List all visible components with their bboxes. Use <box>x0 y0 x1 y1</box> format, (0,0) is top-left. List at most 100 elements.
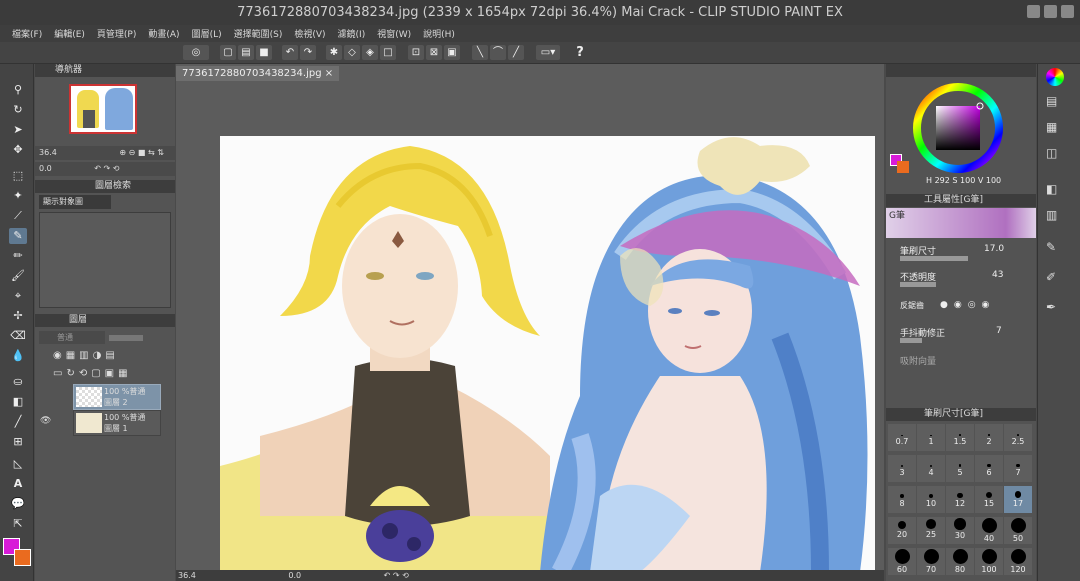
value-value[interactable]: 100 <box>986 176 1001 185</box>
brush-size-slider[interactable] <box>900 256 968 261</box>
balloon-tool-icon[interactable]: 💬 <box>9 496 27 512</box>
tool-property-tab[interactable]: 工具屬性[G筆] <box>886 194 1036 207</box>
sub-color-swatch[interactable] <box>14 549 31 566</box>
layers-tab[interactable]: 圖層 <box>35 314 175 327</box>
layer-row-1[interactable]: 100 %普通 圖層 1 <box>73 410 161 436</box>
brush-size-preset[interactable]: 2 <box>975 424 1003 451</box>
brush-size-preset[interactable]: 40 <box>975 517 1003 544</box>
menu-page[interactable]: 頁管理(P) <box>97 27 136 40</box>
brush-size-preset[interactable]: 12 <box>946 486 974 513</box>
selection-tool-icon[interactable]: ⬚ <box>9 168 27 184</box>
menu-window[interactable]: 視窗(W) <box>377 27 411 40</box>
open-file-icon[interactable]: ▤ <box>238 45 254 60</box>
brush-size-preset[interactable]: 4 <box>917 455 945 482</box>
fill-icon[interactable]: ◇ <box>344 45 360 60</box>
eyedropper-icon[interactable]: ⟋ <box>9 208 27 224</box>
crop-icon[interactable]: ⊡ <box>408 45 424 60</box>
approximate-color-icon[interactable]: ◧ <box>1046 182 1057 196</box>
rotate-tool-icon[interactable]: ↻ <box>9 102 27 118</box>
brush-size-preset[interactable]: 20 <box>888 517 916 544</box>
stabilization-row[interactable]: 手抖動修正 7 <box>900 326 1028 343</box>
new-file-icon[interactable]: ▢ <box>220 45 236 60</box>
sub-tool-icon[interactable]: ✎ <box>1046 240 1056 254</box>
figure-tool-icon[interactable]: ╱ <box>9 414 27 430</box>
brush-size-value[interactable]: 17.0 <box>984 244 1004 254</box>
brush-size-preset[interactable]: 1 <box>917 424 945 451</box>
snap-ruler-icon[interactable]: ╲ <box>472 45 488 60</box>
brush-size-preset[interactable]: 50 <box>1004 517 1032 544</box>
brush-size-preset[interactable]: 5 <box>946 455 974 482</box>
deselect-icon[interactable]: □ <box>380 45 396 60</box>
layer-search-tab[interactable]: 圖層檢索 <box>35 180 175 193</box>
close-button[interactable] <box>1061 5 1074 18</box>
brush-size-preset[interactable]: 120 <box>1004 548 1032 575</box>
color-slider-icon[interactable]: ▤ <box>1046 94 1057 108</box>
artwork-canvas[interactable] <box>220 136 875 572</box>
undo-icon[interactable]: ↶ <box>282 45 298 60</box>
navigator-buttons-icon[interactable]: ⊕ ⊖ ■ ⇆ ⇅ <box>119 148 164 157</box>
status-angle[interactable]: 0.0 <box>288 571 301 580</box>
brush-size-preset[interactable]: 15 <box>975 486 1003 513</box>
text-tool-icon[interactable]: A <box>9 476 27 492</box>
layer-visibility-eye-icon[interactable]: 👁 <box>40 416 51 426</box>
menu-help[interactable]: 說明(H) <box>423 27 455 40</box>
close-tab-icon[interactable]: × <box>325 68 333 79</box>
help-icon[interactable]: ? <box>572 45 588 60</box>
color-wheel-tab[interactable] <box>886 64 1036 77</box>
minimize-button[interactable] <box>1027 5 1040 18</box>
brush-size-preset[interactable]: 25 <box>917 517 945 544</box>
color-set-panel-icon[interactable]: ▦ <box>1046 120 1057 134</box>
fill-tool-icon[interactable]: ⛀ <box>9 374 27 390</box>
blend-tool-icon[interactable]: 💧 <box>9 348 27 364</box>
brush-size-preset[interactable]: 30 <box>946 517 974 544</box>
color-history-icon[interactable]: ▥ <box>1046 208 1057 222</box>
frame-border-icon[interactable]: ⊞ <box>9 434 27 450</box>
menu-animation[interactable]: 動畫(A) <box>148 27 179 40</box>
navigator-rotate-icon[interactable]: ↶ ↷ ⟲ <box>94 164 119 173</box>
auto-select-icon[interactable]: ✦ <box>9 188 27 204</box>
brush-size-preset[interactable]: 60 <box>888 548 916 575</box>
maximize-button[interactable] <box>1044 5 1057 18</box>
sub-color-indicator[interactable] <box>897 161 909 173</box>
brush-size-preset[interactable]: 17 <box>1004 486 1032 513</box>
anti-alias-row[interactable]: 反鋸齒 ●◉◎◉ <box>900 300 1028 311</box>
layer-search-filter[interactable]: 顯示對象圖 <box>39 195 111 209</box>
brush-size-preset[interactable]: 10 <box>917 486 945 513</box>
menu-filter[interactable]: 濾鏡(I) <box>338 27 366 40</box>
clear-icon[interactable]: ✱ <box>326 45 342 60</box>
brush-size-preset[interactable]: 80 <box>946 548 974 575</box>
brush-size-preset[interactable]: 100 <box>975 548 1003 575</box>
brush-size-preset[interactable]: 2.5 <box>1004 424 1032 451</box>
layer-new-icons[interactable]: ▭↻⟲▢▣▦ <box>53 368 132 379</box>
brush-size-preset[interactable]: 70 <box>917 548 945 575</box>
pen-tool-icon[interactable]: ✎ <box>9 228 27 244</box>
selection-border-icon[interactable]: ▣ <box>444 45 460 60</box>
correct-line-icon[interactable]: ⇱ <box>9 516 27 532</box>
hue-value[interactable]: 292 <box>935 176 950 185</box>
snap-special-ruler-icon[interactable]: ⌒ <box>490 45 506 60</box>
status-zoom[interactable]: 36.4 <box>178 571 196 580</box>
menu-select[interactable]: 選擇範圍(S) <box>234 27 283 40</box>
stabilization-slider[interactable] <box>900 338 922 343</box>
brush-tool-icon[interactable]: 🖌 <box>9 268 27 284</box>
navigator-angle-value[interactable]: 0.0 <box>39 164 52 173</box>
opacity-slider[interactable] <box>900 282 936 287</box>
document-tab[interactable]: 7736172880703438234.jpg × <box>176 66 340 81</box>
gradient-icon[interactable]: ◧ <box>9 394 27 410</box>
brush-size-preset[interactable]: 3 <box>888 455 916 482</box>
save-icon[interactable]: ■ <box>256 45 272 60</box>
brush-size-tab[interactable]: 筆刷尺寸[G筆] <box>886 408 1036 421</box>
clip-studio-icon[interactable]: ◎ <box>183 45 209 60</box>
menu-layer[interactable]: 圖層(L) <box>192 27 222 40</box>
pencil-tool-icon[interactable]: ✏ <box>9 248 27 264</box>
brush-size-preset[interactable]: 7 <box>1004 455 1032 482</box>
anti-alias-options-icon[interactable]: ●◉◎◉ <box>940 300 995 310</box>
menu-view[interactable]: 檢視(V) <box>294 27 325 40</box>
menu-edit[interactable]: 編輯(E) <box>54 27 85 40</box>
brush-size-row[interactable]: 筆刷尺寸 17.0 <box>900 244 1028 261</box>
navigator-zoom-value[interactable]: 36.4 <box>39 148 57 157</box>
menu-file[interactable]: 檔案(F) <box>12 27 42 40</box>
blend-mode-select[interactable]: 普通 <box>39 331 105 344</box>
brush-size-preset[interactable]: 8 <box>888 486 916 513</box>
airbrush-icon[interactable]: ⌖ <box>9 288 27 304</box>
